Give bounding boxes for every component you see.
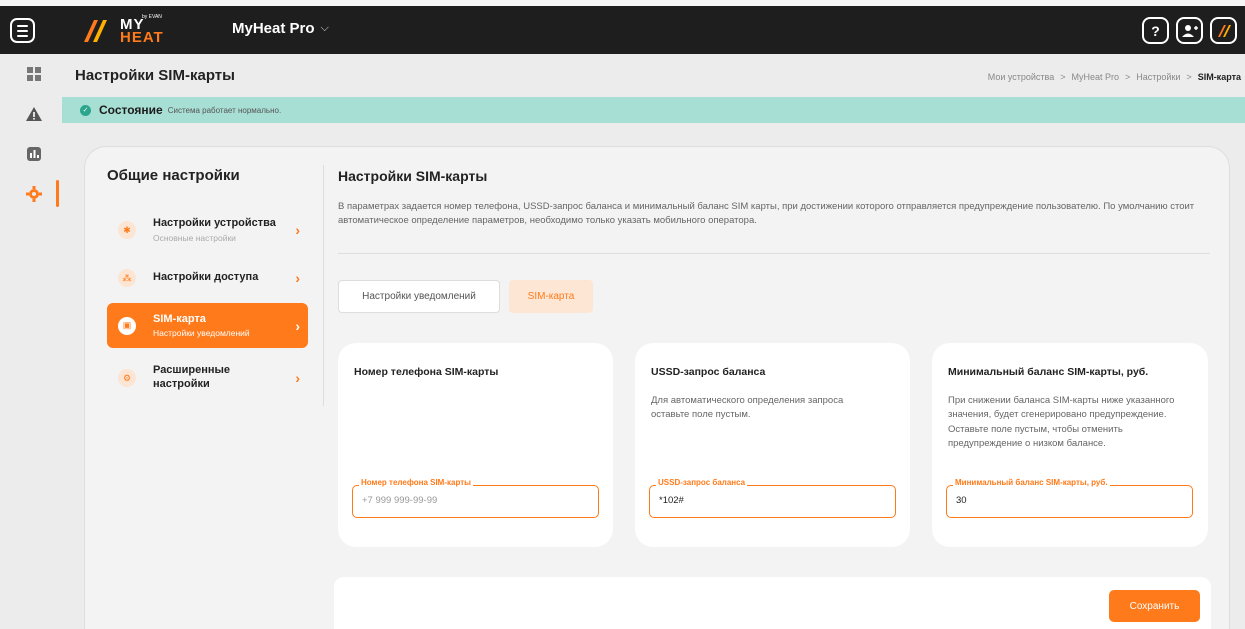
phone-field-label: Номер телефона SIM-карты [359,478,473,487]
nav-item-label: SIM-карта [153,313,206,326]
nav-item-advanced-settings[interactable]: ⚙ Расширенные настройки › [107,360,308,396]
min-balance-card-description: При снижении баланса SIM-карты ниже указ… [948,395,1175,449]
status-bar: ✓ Состояние Система работает нормально. [62,97,1245,123]
sidebar [0,54,62,629]
dashboard-icon[interactable] [26,66,42,82]
chevron-down-icon: ⌵ [320,22,329,34]
min-balance-field: Минимальный баланс SIM-карты, руб. [946,478,1193,518]
phone-input[interactable] [362,495,582,506]
chevron-right-icon: › [295,222,300,238]
min-balance-card-title: Минимальный баланс SIM-карты, руб. [948,366,1149,378]
nav-item-label: Настройки устройства [153,216,276,229]
logo[interactable]: by EVAN MY HEAT [80,14,164,46]
nav-item-label: Расширенные настройки [153,364,230,390]
settings-gear-icon[interactable] [26,186,42,202]
nav-item-access-settings[interactable]: ⁂ Настройки доступа › [107,264,308,292]
nav-item-sub: Настройки уведомлений [153,327,250,338]
nav-item-sim-card[interactable]: ▣ SIM-карта Настройки уведомлений › [107,303,308,348]
save-button[interactable]: Сохранить [1109,590,1200,622]
ussd-card-title: USSD-запрос баланса [651,366,766,378]
device-settings-icon: ✱ [118,221,136,239]
breadcrumb-item-device[interactable]: MyHeat Pro [1072,72,1120,82]
access-settings-icon: ⁂ [118,269,136,287]
device-name: MyHeat Pro [232,20,315,37]
breadcrumb-item-settings[interactable]: Настройки [1136,72,1180,82]
ussd-input[interactable] [659,495,879,506]
phone-card-title: Номер телефона SIM-карты [354,366,499,378]
sidebar-active-indicator [56,180,59,207]
section-title: Настройки SIM-карты [338,168,488,184]
advanced-settings-icon: ⚙ [118,369,136,387]
chevron-right-icon: › [295,370,300,386]
page-title: Настройки SIM-карты [75,67,235,84]
tab-notification-settings[interactable]: Настройки уведомлений [338,280,500,313]
menu-icon[interactable] [10,18,35,43]
horizontal-divider [338,253,1210,254]
phone-number-card: Номер телефона SIM-карты Номер телефона … [338,343,613,547]
chevron-right-icon: › [295,270,300,286]
vertical-divider [323,165,324,406]
ussd-field: USSD-запрос баланса [649,478,896,518]
nav-item-device-settings[interactable]: ✱ Настройки устройства Основные настройк… [107,212,308,248]
min-balance-input[interactable] [956,495,1176,506]
add-user-icon[interactable] [1176,17,1203,44]
ussd-card-description: Для автоматического определения запроса … [651,395,844,421]
chevron-right-icon: › [295,317,300,334]
section-description: В параметрах задается номер телефона, US… [338,201,1195,227]
nav-item-sub: Основные настройки [153,233,236,244]
breadcrumb-separator: > [1125,72,1131,82]
min-balance-card: Минимальный баланс SIM-карты, руб. При с… [932,343,1208,547]
breadcrumb-item-devices[interactable]: Мои устройства [988,72,1055,82]
status-text: Система работает нормально. [167,105,282,115]
logo-text: by EVAN MY HEAT [120,14,164,46]
ussd-field-label: USSD-запрос баланса [656,478,748,487]
top-bar: by EVAN MY HEAT MyHeat Pro ⌵ ? [0,6,1245,54]
nav-item-label: Настройки доступа [153,271,259,284]
check-circle-icon: ✓ [80,104,91,116]
breadcrumb-separator: > [1060,72,1066,82]
general-settings-title: Общие настройки [107,167,240,184]
status-title: Состояние [99,103,163,117]
alert-icon[interactable] [26,106,42,122]
breadcrumb: Мои устройства > MyHeat Pro > Настройки … [988,72,1241,82]
help-icon[interactable]: ? [1142,17,1169,44]
logo-by: by EVAN [142,14,162,20]
actions-card [334,577,1211,629]
logo-line2: HEAT [120,29,164,46]
top-icons: ? [1142,17,1237,44]
min-balance-field-label: Минимальный баланс SIM-карты, руб. [953,478,1110,487]
breadcrumb-item-current: SIM-карта [1197,72,1241,82]
stats-icon[interactable] [26,146,42,162]
phone-field: Номер телефона SIM-карты [352,478,599,518]
sim-card-icon: ▣ [118,316,136,335]
device-selector[interactable]: MyHeat Pro ⌵ [232,20,329,37]
brand-icon[interactable] [1210,17,1237,44]
tab-sim-card[interactable]: SIM-карта [509,280,593,313]
breadcrumb-separator: > [1186,72,1192,82]
ussd-card: USSD-запрос баланса Для автоматического … [635,343,910,547]
flame-logo-icon [84,20,107,42]
